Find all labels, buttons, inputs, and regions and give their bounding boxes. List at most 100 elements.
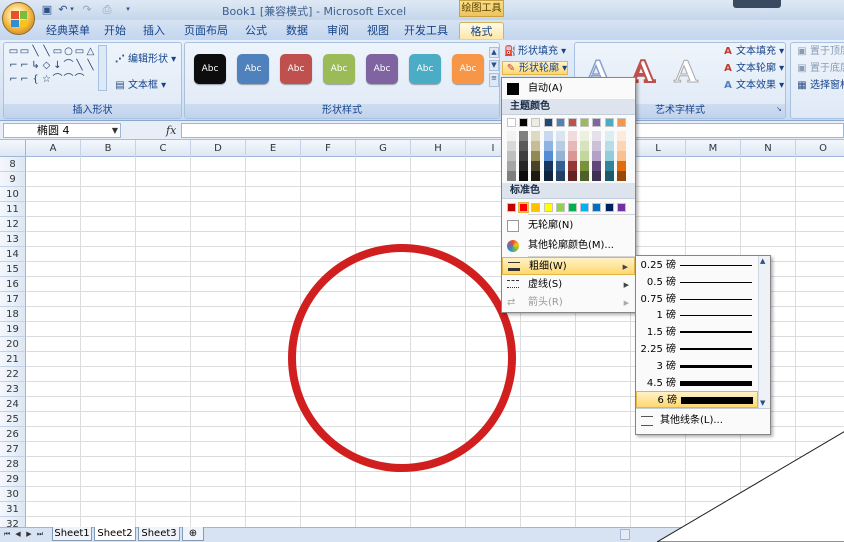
theme-shade-swatch[interactable] (604, 171, 614, 181)
theme-shade-swatch[interactable] (580, 151, 590, 161)
row-header-14[interactable]: 14 (0, 247, 26, 262)
column-header-b[interactable]: B (81, 140, 136, 157)
name-box-dropdown-icon[interactable]: ▼ (112, 124, 118, 137)
theme-shade-swatch[interactable] (616, 131, 626, 141)
row-header-27[interactable]: 27 (0, 442, 26, 457)
row-header-8[interactable]: 8 (0, 157, 26, 172)
selection-pane-button[interactable]: ▦选择窗格 (796, 79, 844, 93)
weight-option[interactable]: 4.5 磅 (636, 375, 758, 392)
theme-shade-swatch[interactable] (543, 151, 553, 161)
standard-color-swatch[interactable] (592, 203, 602, 212)
tab-format[interactable]: 格式 (459, 22, 504, 39)
first-sheet-icon[interactable]: ⏮ (2, 529, 12, 540)
theme-shade-swatch[interactable] (616, 161, 626, 171)
standard-color-swatch[interactable] (616, 203, 626, 212)
theme-shade-swatch[interactable] (519, 151, 529, 161)
weight-option[interactable]: 1.5 磅 (636, 324, 758, 341)
standard-color-swatch[interactable] (507, 203, 516, 212)
standard-color-swatch[interactable] (543, 203, 553, 212)
theme-color-swatch[interactable] (568, 118, 577, 127)
theme-shade-swatch[interactable] (507, 171, 516, 181)
theme-color-swatch[interactable] (580, 118, 590, 127)
theme-shade-swatch[interactable] (555, 131, 565, 141)
bring-to-front-button[interactable]: ▣置于顶层 (796, 45, 844, 59)
theme-shade-swatch[interactable] (604, 151, 614, 161)
theme-shade-swatch[interactable] (580, 171, 590, 181)
row-header-29[interactable]: 29 (0, 472, 26, 487)
column-header-d[interactable]: D (191, 140, 246, 157)
theme-shade-swatch[interactable] (519, 131, 529, 141)
row-header-17[interactable]: 17 (0, 292, 26, 307)
shape-option-icon[interactable]: ⌒ (73, 74, 86, 85)
edit-shape-button[interactable]: ⋰ 编辑形状 ▾ (114, 53, 176, 67)
style-preset-blue[interactable]: Abc (237, 54, 269, 84)
row-header-12[interactable]: 12 (0, 217, 26, 232)
theme-shade-swatch[interactable] (507, 131, 516, 141)
sheet-tab-sheet3[interactable]: Sheet3 (138, 527, 180, 541)
theme-shade-swatch[interactable] (555, 171, 565, 181)
row-header-22[interactable]: 22 (0, 367, 26, 382)
theme-shade-swatch[interactable] (507, 151, 516, 161)
standard-color-swatch[interactable] (518, 202, 530, 213)
theme-shade-swatch[interactable] (555, 141, 565, 151)
theme-shade-swatch[interactable] (604, 141, 614, 151)
theme-shade-swatch[interactable] (616, 171, 626, 181)
text-effect-button[interactable]: A 文本效果 ▾ (722, 79, 784, 93)
theme-color-swatch[interactable] (531, 118, 541, 127)
save-icon[interactable]: ▣ (40, 3, 54, 16)
theme-shade-swatch[interactable] (568, 131, 577, 141)
theme-color-swatch[interactable] (519, 118, 529, 127)
tab-home[interactable]: 开始 (98, 22, 132, 39)
style-preset-red[interactable]: Abc (280, 54, 312, 84)
theme-shade-swatch[interactable] (580, 141, 590, 151)
wordart-preset-3[interactable]: A (668, 55, 704, 91)
style-preset-aqua[interactable]: Abc (409, 54, 441, 84)
theme-shade-swatch[interactable] (555, 151, 565, 161)
menu-item-weight[interactable]: 粗细(W) ▶ (502, 257, 635, 275)
column-header-a[interactable]: A (26, 140, 81, 157)
send-to-back-button[interactable]: ▣置于底层 (796, 62, 844, 76)
standard-color-swatch[interactable] (568, 203, 577, 212)
column-header-h[interactable]: H (411, 140, 466, 157)
theme-shade-swatch[interactable] (568, 141, 577, 151)
insert-sheet-icon[interactable]: ⊕ (182, 527, 204, 541)
redo-icon[interactable]: ↷ (80, 3, 94, 16)
menu-item-auto[interactable]: 自动(A) (502, 80, 635, 98)
theme-shade-swatch[interactable] (531, 171, 541, 181)
row-header-31[interactable]: 31 (0, 502, 26, 517)
theme-shade-swatch[interactable] (568, 161, 577, 171)
customize-qat-icon[interactable]: ▾ (124, 3, 132, 16)
text-fill-button[interactable]: A 文本填充 ▾ (722, 45, 784, 59)
menu-item-no-outline[interactable]: 无轮廓(N) (502, 217, 635, 235)
theme-shade-swatch[interactable] (592, 161, 602, 171)
weight-option[interactable]: 6 磅 (636, 391, 758, 409)
row-header-11[interactable]: 11 (0, 202, 26, 217)
row-header-18[interactable]: 18 (0, 307, 26, 322)
column-header-g[interactable]: G (356, 140, 411, 157)
undo-dropdown-icon[interactable]: ▾ (68, 3, 76, 16)
standard-color-swatch[interactable] (531, 203, 541, 212)
shape-fill-button[interactable]: ⛽ 形状填充 ▾ (504, 45, 566, 59)
style-preset-purple[interactable]: Abc (366, 54, 398, 84)
column-header-e[interactable]: E (246, 140, 301, 157)
weight-option[interactable]: 3 磅 (636, 358, 758, 375)
theme-shade-swatch[interactable] (543, 171, 553, 181)
text-box-button[interactable]: ▤ 文本框 ▾ (114, 79, 166, 93)
row-header-19[interactable]: 19 (0, 322, 26, 337)
theme-shade-swatch[interactable] (531, 141, 541, 151)
office-button[interactable] (2, 2, 35, 35)
shape-outline-button[interactable]: ✎ 形状轮廓 ▾ (502, 61, 568, 75)
menu-item-more-colors[interactable]: 其他轮廓颜色(M)... (502, 237, 635, 255)
tab-data[interactable]: 数据 (280, 22, 314, 39)
theme-shade-swatch[interactable] (531, 151, 541, 161)
tab-view[interactable]: 视图 (361, 22, 395, 39)
row-header-20[interactable]: 20 (0, 337, 26, 352)
column-header-o[interactable]: O (796, 140, 844, 157)
standard-color-swatch[interactable] (555, 203, 565, 212)
theme-shade-swatch[interactable] (616, 151, 626, 161)
weight-option[interactable]: 0.25 磅 (636, 257, 758, 274)
theme-shade-swatch[interactable] (519, 171, 529, 181)
style-preset-black[interactable]: Abc (194, 54, 226, 84)
weight-option[interactable]: 2.25 磅 (636, 341, 758, 358)
theme-shade-swatch[interactable] (616, 141, 626, 151)
